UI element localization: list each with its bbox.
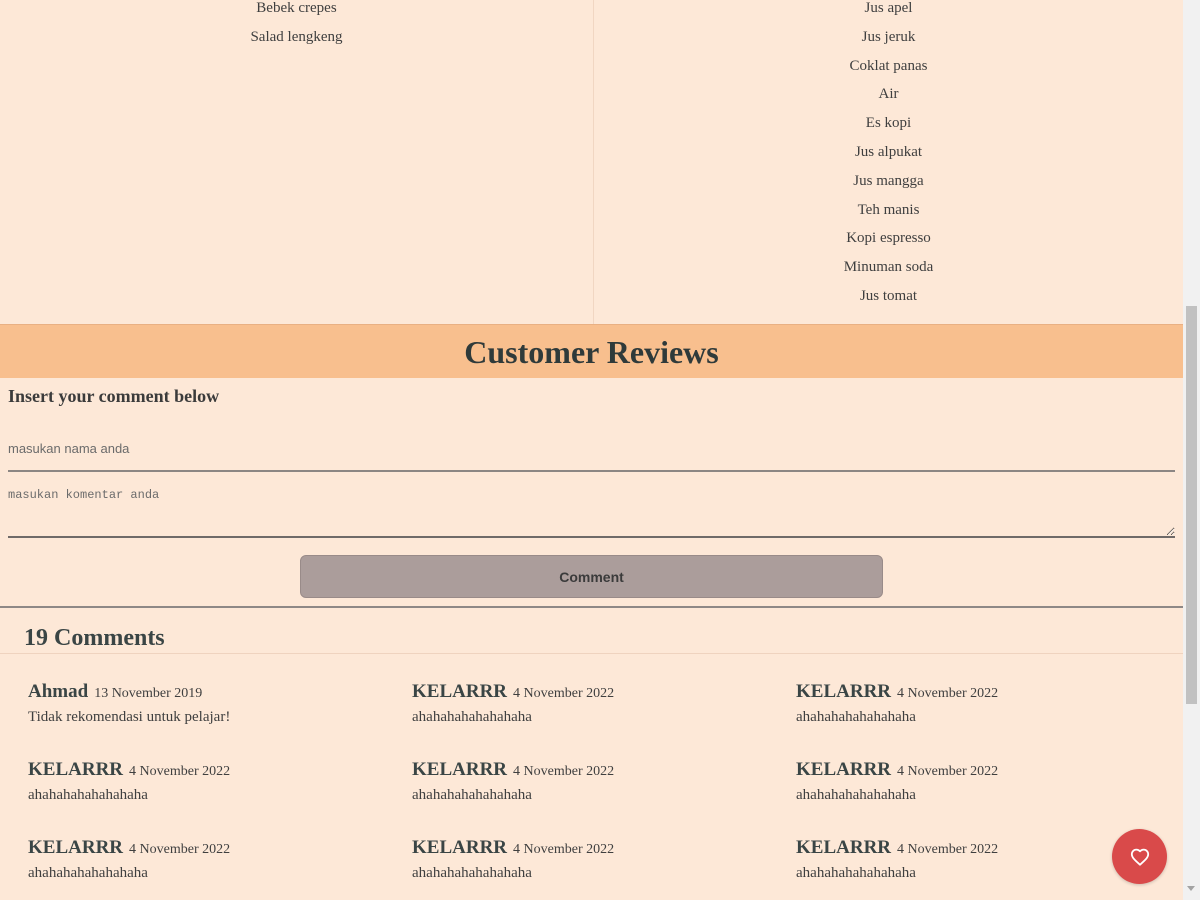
drink-menu-item: Kopi espresso: [846, 230, 931, 247]
comment-author: KELARRR: [796, 681, 892, 702]
comment-card: Ahmad 13 November 2019 Tidak rekomendasi …: [28, 680, 412, 758]
comment-author: KELARRR: [28, 759, 124, 780]
comment-header: Ahmad 13 November 2019: [28, 680, 412, 706]
food-menu-item: Salad lengkeng: [250, 28, 343, 45]
comment-text: ahahahahahahahaha: [412, 787, 532, 803]
drink-menu-item: Air: [878, 86, 899, 103]
comments-count: 19 Comments: [24, 625, 165, 651]
page: Bebek crepes Salad lengkeng Jus apel Jus j…: [0, 0, 1183, 900]
comment-date: 4 November 2022: [513, 686, 615, 701]
comment-header: KELARRR 4 November 2022: [412, 836, 796, 862]
comment-author: KELARRR: [412, 837, 508, 858]
comment-card: KELARRR 4 November 2022 ahahahahahahahaha: [796, 758, 1178, 836]
food-menu-column: Bebek crepes Salad lengkeng: [0, 0, 594, 324]
comment-header: KELARRR 4 November 2022: [28, 836, 412, 862]
scrollbar-thumb[interactable]: [1186, 306, 1197, 704]
comment-card: KELARRR 4 November 2022 ahahahahahahahaha: [28, 758, 412, 836]
comment-text: ahahahahahahahaha: [412, 709, 532, 725]
comment-date: 4 November 2022: [897, 686, 999, 701]
comment-header: KELARRR 4 November 2022: [412, 680, 796, 706]
comment-header: KELARRR 4 November 2022: [412, 758, 796, 784]
comment-card: KELARRR 4 November 2022 ahahahahahahahaha: [412, 836, 796, 900]
comment-author: KELARRR: [796, 759, 892, 780]
comment-textarea[interactable]: [8, 484, 1175, 538]
insert-comment-label: Insert your comment below: [8, 386, 220, 406]
comment-text: ahahahahahahahaha: [796, 787, 916, 803]
favorite-button[interactable]: [1112, 829, 1167, 884]
comment-header: KELARRR 4 November 2022: [28, 758, 412, 784]
drink-menu-item: Coklat panas: [849, 57, 928, 74]
comment-date: 4 November 2022: [513, 842, 615, 857]
food-menu-item: Bebek crepes: [256, 0, 337, 16]
drink-menu-item: Teh manis: [857, 201, 920, 218]
comment-text: Tidak rekomendasi untuk pelajar!: [28, 709, 231, 725]
reviews-title: Customer Reviews: [464, 334, 719, 370]
vertical-scrollbar[interactable]: [1183, 0, 1200, 900]
comment-author: Ahmad: [28, 681, 89, 702]
comment-author: KELARRR: [412, 759, 508, 780]
comment-header: KELARRR 4 November 2022: [796, 680, 1178, 706]
drink-menu-column: Jus apel Jus jeruk Coklat panas Air Es kopi J…: [594, 0, 1183, 324]
drink-menu-item: Jus alpukat: [854, 143, 923, 160]
comment-date: 13 November 2019: [94, 686, 203, 701]
drink-menu-list: Jus apel Jus jeruk Coklat panas Air Es kopi J…: [594, 0, 1183, 311]
menu-columns: Bebek crepes Salad lengkeng Jus apel Jus j…: [0, 0, 1183, 324]
comment-date: 4 November 2022: [513, 764, 615, 779]
comments-grid: Ahmad 13 November 2019 Tidak rekomendasi …: [28, 680, 1178, 900]
comment-text: ahahahahahahahaha: [412, 865, 532, 881]
comment-text: ahahahahahahahaha: [28, 865, 148, 881]
comment-text: ahahahahahahahaha: [28, 787, 148, 803]
comment-date: 4 November 2022: [897, 842, 999, 857]
drink-menu-item: Es kopi: [865, 115, 912, 132]
comment-card: KELARRR 4 November 2022 ahahahahahahahaha: [412, 680, 796, 758]
comment-card: KELARRR 4 November 2022 ahahahahahahahaha: [28, 836, 412, 900]
comment-date: 4 November 2022: [129, 764, 231, 779]
reviews-header: Customer Reviews: [0, 324, 1183, 378]
scroll-down-arrow-icon[interactable]: [1187, 886, 1195, 891]
heart-icon: [1130, 848, 1149, 866]
drink-menu-item: Jus mangga: [853, 172, 924, 189]
comment-author: KELARRR: [28, 837, 124, 858]
comment-button[interactable]: Comment: [300, 555, 883, 598]
comment-text: ahahahahahahahaha: [796, 709, 916, 725]
food-menu-list: Bebek crepes Salad lengkeng: [0, 0, 593, 52]
comment-card: KELARRR 4 November 2022 ahahahahahahahaha: [796, 680, 1178, 758]
comment-card: KELARRR 4 November 2022 ahahahahahahahaha: [412, 758, 796, 836]
comment-date: 4 November 2022: [129, 842, 231, 857]
drink-menu-item: Minuman soda: [843, 259, 934, 276]
comment-date: 4 November 2022: [897, 764, 999, 779]
drink-menu-item: Jus apel: [864, 0, 913, 16]
drink-menu-item: Jus jeruk: [861, 28, 916, 45]
comment-author: KELARRR: [412, 681, 508, 702]
name-input[interactable]: [8, 426, 1175, 472]
comment-header: KELARRR 4 November 2022: [796, 758, 1178, 784]
divider: [0, 606, 1183, 608]
drink-menu-item: Jus tomat: [859, 287, 918, 304]
comment-author: KELARRR: [796, 837, 892, 858]
divider: [0, 653, 1183, 654]
